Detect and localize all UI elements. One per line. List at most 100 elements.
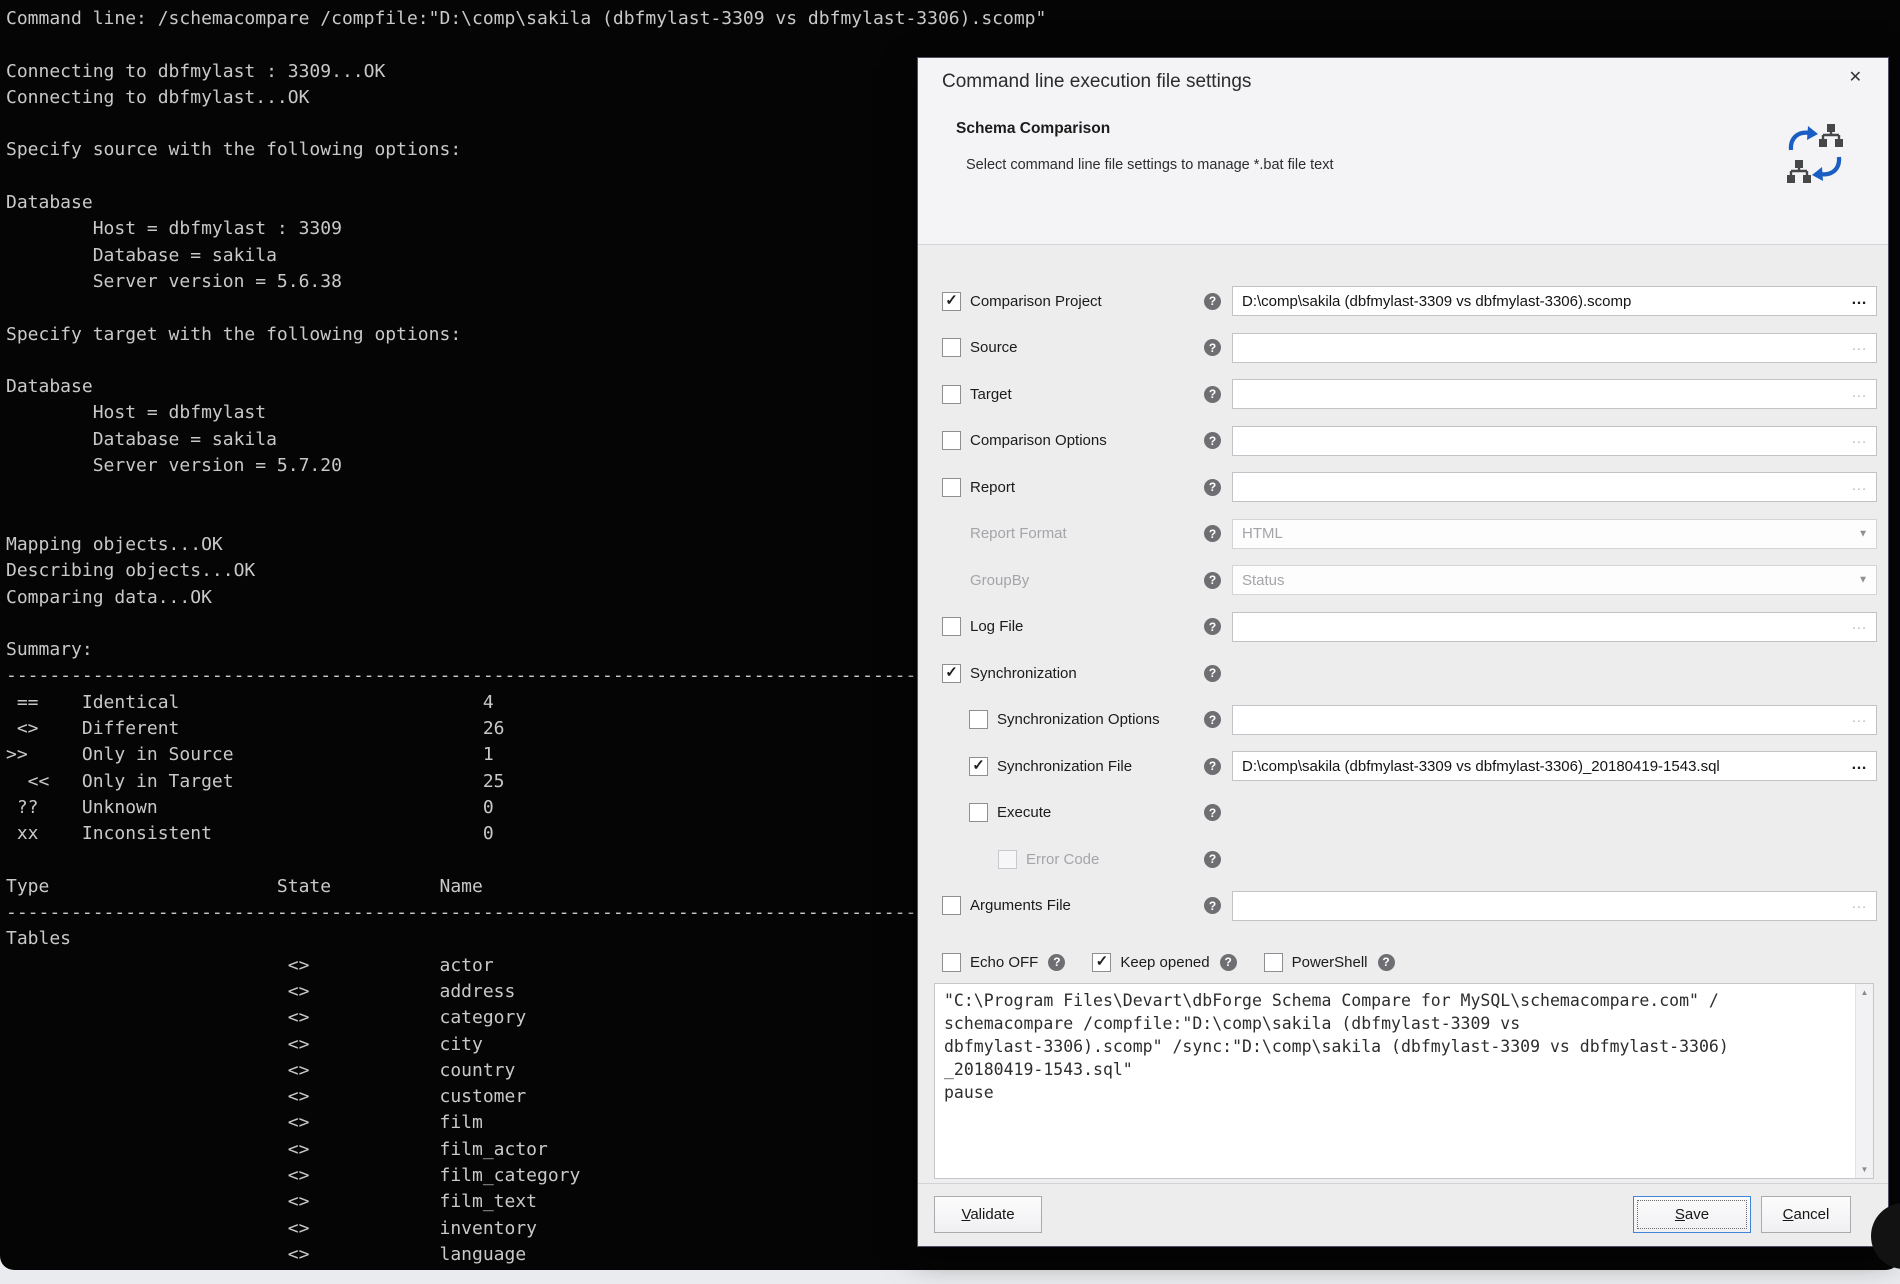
keep-opened-checkbox[interactable]: ✓ [1092, 953, 1111, 972]
save-button-accel: S [1675, 1206, 1685, 1223]
synchronization-options-label: Synchronization Options [997, 711, 1160, 728]
check-icon: ✓ [945, 665, 958, 680]
error-code-label: Error Code [1026, 851, 1099, 868]
help-icon[interactable]: ? [1204, 711, 1221, 728]
option-row-synchronization-options: Synchronization Options ? … [942, 697, 1877, 744]
groupby-label: GroupBy [970, 572, 1029, 589]
comparison-options-checkbox[interactable] [942, 431, 961, 450]
synchronization-file-label: Synchronization File [997, 758, 1132, 775]
source-input[interactable]: … [1232, 333, 1877, 363]
scroll-up-icon[interactable]: ▲ [1856, 988, 1873, 997]
browse-button[interactable]: … [1851, 431, 1867, 447]
help-icon[interactable]: ? [1204, 665, 1221, 682]
option-row-target: Target ? … [942, 371, 1877, 418]
synchronization-file-input[interactable]: D:\comp\sakila (dbfmylast-3309 vs dbfmyl… [1232, 751, 1877, 781]
target-input[interactable]: … [1232, 379, 1877, 409]
help-icon[interactable]: ? [1204, 851, 1221, 868]
scroll-down-icon[interactable]: ▼ [1856, 1165, 1873, 1174]
target-checkbox[interactable] [942, 385, 961, 404]
report-format-value: HTML [1242, 525, 1283, 542]
synchronization-checkbox[interactable]: ✓ [942, 664, 961, 683]
help-icon[interactable]: ? [1204, 897, 1221, 914]
comparison-options-label: Comparison Options [970, 432, 1107, 449]
check-icon: ✓ [972, 758, 985, 773]
help-icon[interactable]: ? [1204, 618, 1221, 635]
option-row-report: Report ? … [942, 464, 1877, 511]
header-subtitle: Select command line file settings to man… [966, 157, 1334, 173]
arguments-file-checkbox[interactable] [942, 896, 961, 915]
help-icon[interactable]: ? [1048, 954, 1065, 971]
report-checkbox[interactable] [942, 478, 961, 497]
synchronization-label: Synchronization [970, 665, 1077, 682]
echo-off-label: Echo OFF [970, 954, 1038, 971]
help-icon[interactable]: ? [1204, 804, 1221, 821]
echo-off-checkbox[interactable] [942, 953, 961, 972]
chevron-down-icon[interactable]: ▼ [1858, 575, 1868, 586]
help-icon[interactable]: ? [1204, 525, 1221, 542]
cancel-button-rest: ancel [1793, 1206, 1829, 1223]
comparison-project-checkbox[interactable]: ✓ [942, 292, 961, 311]
comparison-project-input[interactable]: D:\comp\sakila (dbfmylast-3309 vs dbfmyl… [1232, 286, 1877, 316]
browse-button[interactable]: … [1851, 710, 1867, 726]
log-file-input[interactable]: … [1232, 612, 1877, 642]
report-format-label: Report Format [970, 525, 1067, 542]
synchronization-options-input[interactable]: … [1232, 705, 1877, 735]
schema-compare-sync-icon [1786, 120, 1844, 186]
powershell-checkbox[interactable] [1264, 953, 1283, 972]
comparison-options-input[interactable]: … [1232, 426, 1877, 456]
browse-button[interactable]: … [1851, 896, 1867, 912]
schema-comparison-heading: Schema Comparison [956, 120, 1110, 138]
help-icon[interactable]: ? [1204, 572, 1221, 589]
validate-button-rest: alidate [970, 1206, 1014, 1223]
browse-button[interactable]: … [1851, 757, 1867, 773]
dialog-title: Command line execution file settings [942, 71, 1251, 93]
help-icon[interactable]: ? [1378, 954, 1395, 971]
synchronization-file-checkbox[interactable]: ✓ [969, 757, 988, 776]
arguments-file-input[interactable]: … [1232, 891, 1877, 921]
report-input[interactable]: … [1232, 472, 1877, 502]
help-icon[interactable]: ? [1204, 758, 1221, 775]
target-label: Target [970, 386, 1012, 403]
validate-button[interactable]: Validate [934, 1196, 1042, 1233]
groupby-select[interactable]: Status ▼ [1232, 565, 1877, 595]
command-line-settings-dialog: Command line execution file settings ✕ S… [917, 57, 1889, 1247]
browse-button[interactable]: … [1851, 292, 1867, 308]
option-row-arguments-file: Arguments File ? … [942, 883, 1877, 930]
option-row-report-format: Report Format ? HTML ▼ [942, 511, 1877, 558]
help-icon[interactable]: ? [1204, 432, 1221, 449]
keep-opened-label: Keep opened [1120, 954, 1209, 971]
powershell-label: PowerShell [1292, 954, 1368, 971]
synchronization-options-checkbox[interactable] [969, 710, 988, 729]
chevron-down-icon[interactable]: ▼ [1858, 528, 1868, 539]
report-format-select[interactable]: HTML ▼ [1232, 519, 1877, 549]
keep-opened-flag: ✓ Keep opened ? [1092, 953, 1236, 972]
help-icon[interactable]: ? [1220, 954, 1237, 971]
report-label: Report [970, 479, 1015, 496]
browse-button[interactable]: … [1851, 617, 1867, 633]
browse-button[interactable]: … [1851, 478, 1867, 494]
source-label: Source [970, 339, 1018, 356]
options-list: ✓ Comparison Project ? D:\comp\sakila (d… [942, 278, 1877, 929]
cancel-button[interactable]: Cancel [1761, 1196, 1851, 1233]
help-icon[interactable]: ? [1204, 293, 1221, 310]
check-icon: ✓ [945, 293, 958, 308]
save-button-rest: ave [1685, 1206, 1709, 1223]
close-icon[interactable]: ✕ [1849, 67, 1862, 87]
source-checkbox[interactable] [942, 338, 961, 357]
log-file-label: Log File [970, 618, 1023, 635]
help-icon[interactable]: ? [1204, 479, 1221, 496]
browse-button[interactable]: … [1851, 385, 1867, 401]
scrollbar[interactable]: ▲ ▼ [1855, 984, 1873, 1178]
save-button[interactable]: Save [1633, 1196, 1751, 1233]
help-icon[interactable]: ? [1204, 386, 1221, 403]
help-icon[interactable]: ? [1204, 339, 1221, 356]
log-file-checkbox[interactable] [942, 617, 961, 636]
browse-button[interactable]: … [1851, 338, 1867, 354]
arguments-file-label: Arguments File [970, 897, 1071, 914]
synchronization-file-value: D:\comp\sakila (dbfmylast-3309 vs dbfmyl… [1242, 758, 1720, 775]
execute-checkbox[interactable] [969, 803, 988, 822]
option-row-error-code: Error Code ? [942, 836, 1877, 883]
bat-text-area[interactable]: "C:\Program Files\Devart\dbForge Schema … [934, 983, 1874, 1179]
comparison-project-value: D:\comp\sakila (dbfmylast-3309 vs dbfmyl… [1242, 293, 1631, 310]
option-row-groupby: GroupBy ? Status ▼ [942, 557, 1877, 604]
